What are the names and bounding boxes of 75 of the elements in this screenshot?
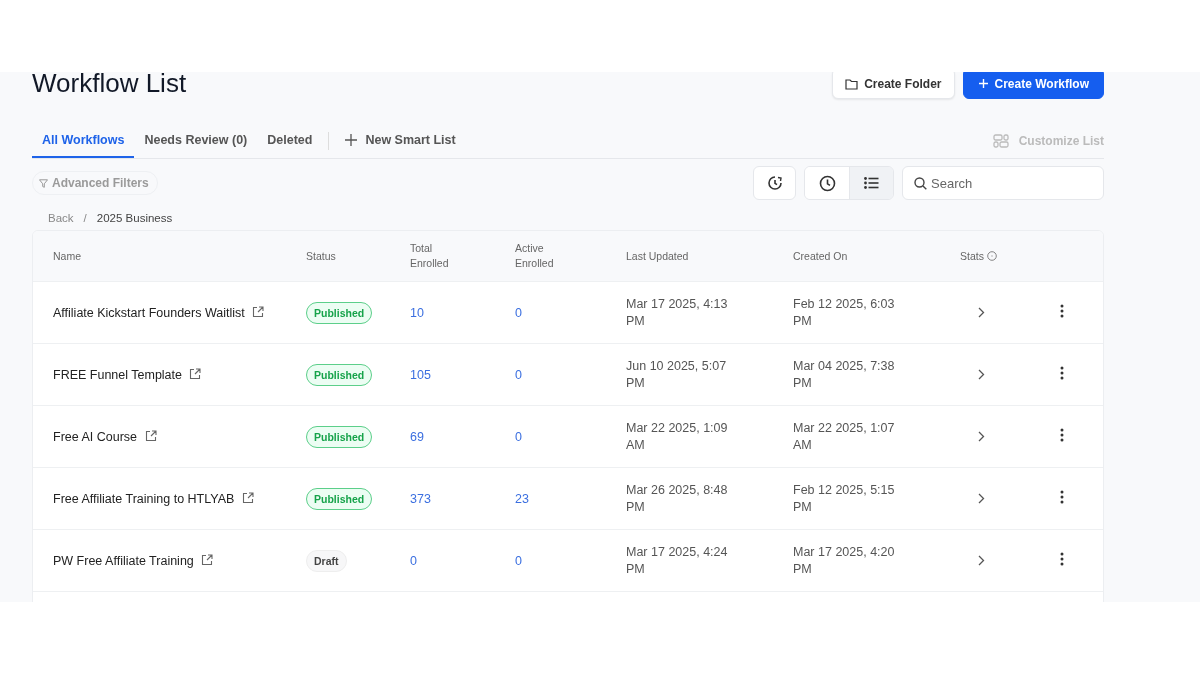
column-header: Stats [960, 248, 984, 264]
list-view-button[interactable] [849, 167, 893, 199]
column-header: Status [306, 249, 336, 262]
folder-icon [845, 77, 859, 90]
table-cell-text: Mar 17 2025, 4:13 PM [626, 295, 729, 330]
plus-icon [345, 134, 358, 146]
external-link-icon[interactable] [189, 367, 202, 380]
list-icon [864, 177, 879, 189]
table-cell-text: Mar 22 2025, 1:09 AM [626, 419, 729, 454]
chevron-right-icon[interactable] [978, 555, 985, 566]
layout-icon [992, 134, 1009, 148]
status-badge: Published [306, 425, 373, 448]
new-smart-list-button[interactable]: New Smart List [335, 124, 466, 158]
chevron-right-icon[interactable] [978, 493, 985, 504]
status-badge: Published [306, 363, 373, 386]
info-icon [986, 251, 997, 261]
clock-icon [766, 175, 783, 191]
column-header: Last Updated [626, 249, 689, 262]
table-cell: 0 [410, 553, 417, 568]
table-cell-text: Mar 04 2025, 7:38 PM [793, 357, 896, 392]
status-badge: Published [306, 301, 373, 324]
filter-icon [39, 178, 48, 188]
tab[interactable]: Needs Review (0) [134, 124, 258, 158]
table-cell-text: Mar 26 2025, 8:48 PM [626, 481, 729, 516]
table-cell-text: Feb 12 2025, 6:03 PM [793, 295, 896, 330]
header-button[interactable]: Create Folder [832, 72, 955, 99]
external-link-icon[interactable] [201, 553, 214, 566]
search-field[interactable]: Search [902, 166, 1104, 200]
tab[interactable]: Deleted [257, 124, 323, 158]
table-cell: 69 [410, 429, 424, 444]
table-cell: 0 [515, 553, 522, 568]
workflow-name[interactable]: PW Free Affiliate Training [53, 553, 194, 568]
table-cell: 23 [515, 491, 529, 506]
clock-view-button[interactable] [805, 167, 849, 199]
history-button[interactable] [753, 166, 796, 200]
workflow-name[interactable]: Free Affiliate Training to HTLYAB [53, 491, 235, 506]
search-icon [914, 177, 927, 190]
table-cell-text: Mar 22 2025, 1:07 AM [793, 419, 896, 454]
column-header: Active Enrolled [515, 241, 555, 271]
more-options-icon[interactable] [1060, 366, 1064, 380]
column-header: Name [53, 250, 81, 262]
workflow-name[interactable]: Affiliate Kickstart Founders Waitlist [53, 305, 245, 320]
external-link-icon[interactable] [252, 305, 265, 318]
header-button[interactable]: Create Workflow [962, 72, 1104, 99]
table-cell: 0 [515, 367, 522, 382]
page-title: Workflow List [32, 72, 187, 99]
breadcrumb-link[interactable]: 2025 Business [96, 212, 173, 224]
more-options-icon[interactable] [1060, 552, 1064, 566]
table-cell: 105 [410, 367, 431, 382]
column-header: Created On [793, 249, 848, 262]
plus-icon [977, 78, 989, 89]
more-options-icon[interactable] [1060, 304, 1064, 318]
breadcrumb-separator: / [83, 212, 87, 224]
column-header: Total Enrolled [410, 241, 450, 271]
table-cell-text: Mar 17 2025, 4:24 PM [626, 543, 729, 578]
external-link-icon[interactable] [144, 429, 157, 442]
more-options-icon[interactable] [1060, 490, 1064, 504]
clock-icon [818, 174, 836, 192]
table-cell-text: Jun 10 2025, 5:07 PM [626, 357, 728, 392]
chevron-right-icon[interactable] [978, 307, 985, 318]
table-cell: 10 [410, 305, 424, 320]
workflow-name[interactable]: FREE Funnel Template [53, 367, 182, 382]
chevron-right-icon[interactable] [978, 369, 985, 380]
table-cell-text: Mar 17 2025, 4:20 PM [793, 543, 896, 578]
status-badge: Published [306, 487, 373, 510]
table-cell-text: Feb 12 2025, 5:15 PM [793, 481, 896, 516]
table-cell: 0 [515, 429, 522, 444]
more-options-icon[interactable] [1060, 428, 1064, 442]
workflow-name[interactable]: Free AI Course [53, 429, 138, 444]
external-link-icon[interactable] [241, 491, 254, 504]
chevron-right-icon[interactable] [978, 431, 985, 442]
table-cell: 373 [410, 491, 431, 506]
table-cell: 0 [515, 305, 522, 320]
tab[interactable]: All Workflows [32, 124, 135, 158]
status-badge: Draft [306, 549, 347, 572]
